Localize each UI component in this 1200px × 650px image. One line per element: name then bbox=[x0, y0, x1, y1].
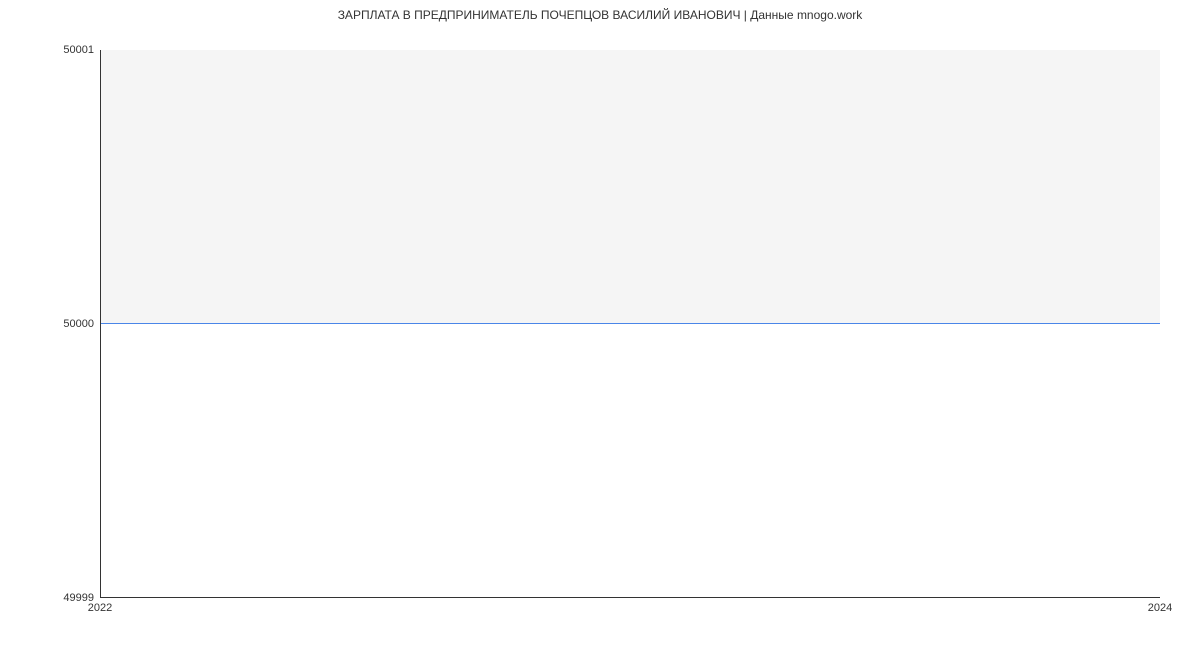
y-tick-label: 50001 bbox=[63, 44, 94, 56]
data-line bbox=[101, 323, 1160, 324]
plot-area bbox=[100, 50, 1160, 598]
x-tick-label: 2022 bbox=[88, 602, 112, 614]
y-tick-label: 50000 bbox=[63, 318, 94, 330]
x-tick-label: 2024 bbox=[1148, 602, 1172, 614]
chart-title: ЗАРПЛАТА В ПРЕДПРИНИМАТЕЛЬ ПОЧЕПЦОВ ВАСИ… bbox=[0, 8, 1200, 22]
fill-region bbox=[101, 50, 1160, 324]
